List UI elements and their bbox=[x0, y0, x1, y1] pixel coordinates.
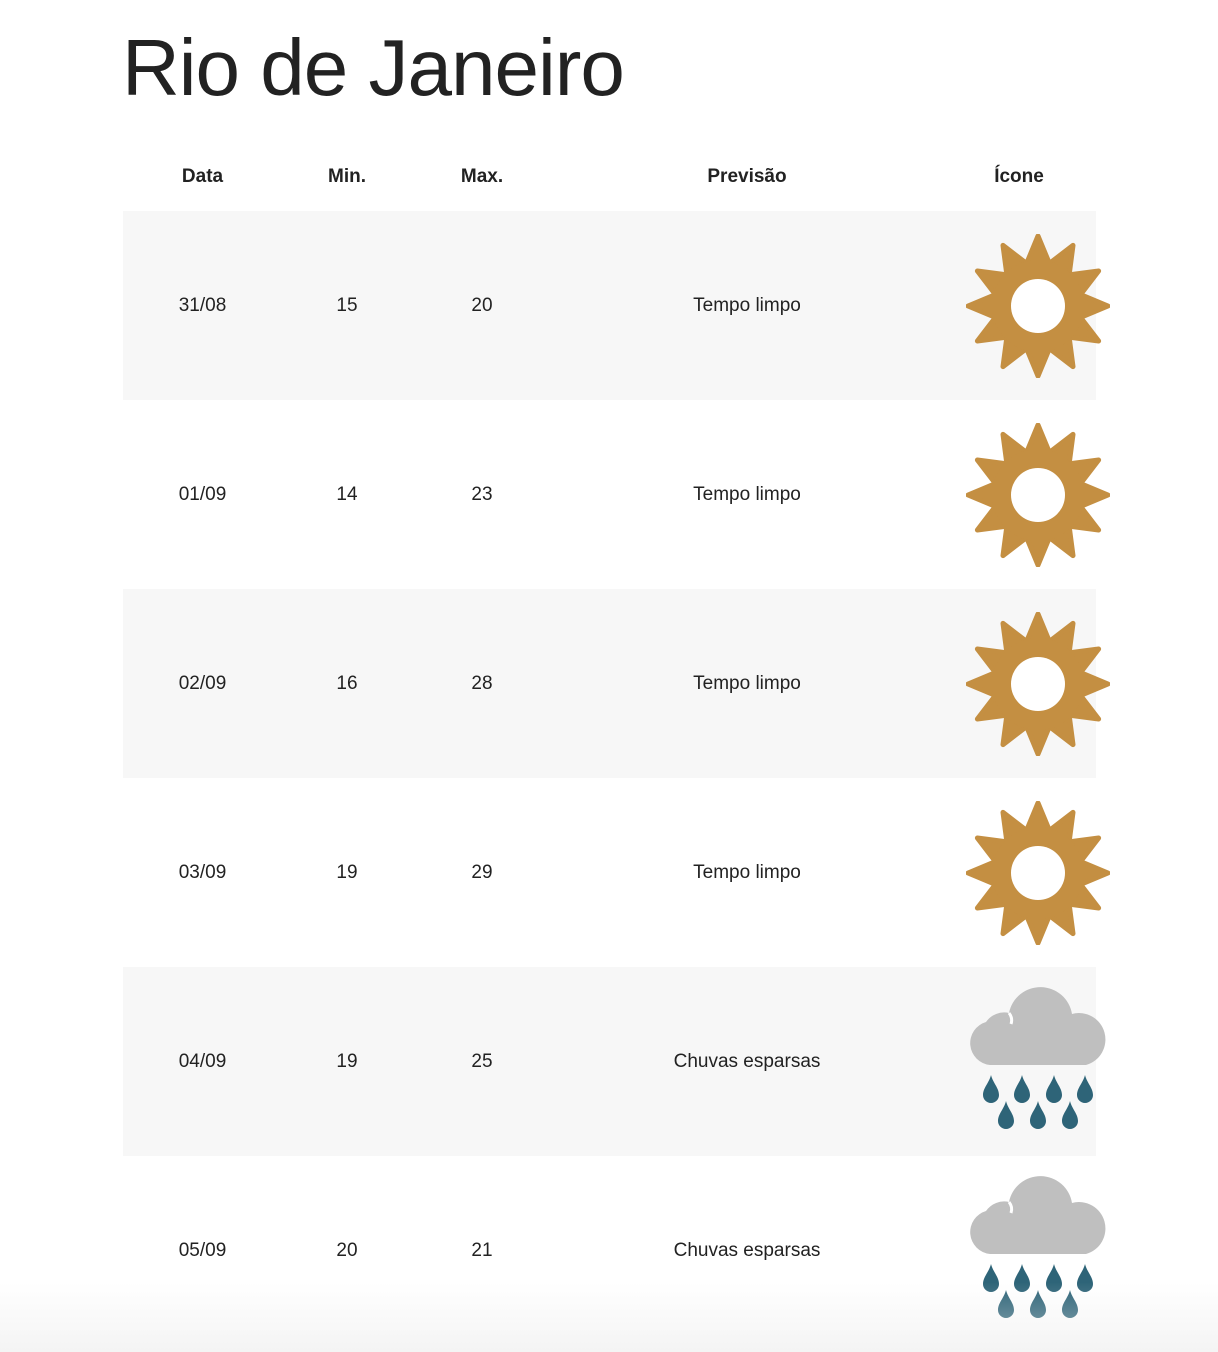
raindrop bbox=[983, 1263, 999, 1292]
row-date: 01/09 bbox=[178, 483, 227, 505]
row-icon-cell bbox=[942, 967, 1106, 1156]
table-row: 02/09 16 28 Tempo limpo bbox=[123, 589, 1110, 778]
row-min: 19 bbox=[282, 967, 412, 1156]
row-max: 29 bbox=[471, 861, 493, 883]
raindrop bbox=[1077, 1074, 1093, 1103]
sun-icon bbox=[966, 800, 1110, 945]
row-min: 20 bbox=[336, 1239, 358, 1261]
header-min: Min. bbox=[328, 165, 366, 187]
row-forecast: Tempo limpo bbox=[552, 589, 942, 778]
table-row: 31/08 15 20 Tempo limpo bbox=[123, 211, 1110, 400]
row-date: 31/08 bbox=[123, 211, 282, 400]
row-icon-cell bbox=[942, 589, 1110, 778]
header-date: Data bbox=[181, 165, 224, 187]
raindrop bbox=[1014, 1074, 1030, 1103]
header-icon: Ícone bbox=[994, 165, 1044, 187]
raindrop bbox=[1030, 1100, 1046, 1129]
row-min: 15 bbox=[282, 211, 412, 400]
raindrop bbox=[983, 1074, 999, 1103]
table-row: 04/09 19 25 Chuvas esparsas bbox=[123, 967, 1106, 1156]
raindrop bbox=[1046, 1074, 1062, 1103]
table-row: 01/09 14 23 Tempo limpo bbox=[123, 400, 1110, 589]
row-date: 02/09 bbox=[123, 589, 282, 778]
sun-icon bbox=[966, 611, 1110, 756]
weather-icon bbox=[942, 611, 1110, 756]
row-icon-cell bbox=[942, 211, 1110, 400]
forecast-table: Data Min. Max. Previsão Ícone 31/08 15 2… bbox=[123, 142, 1110, 1345]
row-max: 20 bbox=[412, 211, 552, 400]
row-date: 05/09 bbox=[178, 1239, 227, 1261]
row-max: 28 bbox=[412, 589, 552, 778]
raindrop bbox=[998, 1100, 1014, 1129]
row-icon-cell bbox=[942, 778, 1110, 967]
raindrop bbox=[1062, 1289, 1078, 1318]
header-max: Max. bbox=[460, 165, 504, 187]
table-header-row: Data Min. Max. Previsão Ícone bbox=[123, 142, 1096, 211]
page-title: Rio de Janeiro bbox=[122, 23, 625, 112]
row-icon-cell bbox=[942, 400, 1110, 589]
sun-icon bbox=[966, 422, 1110, 567]
rain-cloud-icon bbox=[970, 986, 1106, 1129]
raindrop bbox=[1014, 1263, 1030, 1292]
row-forecast: Tempo limpo bbox=[693, 861, 801, 883]
row-forecast: Tempo limpo bbox=[552, 211, 942, 400]
row-forecast: Chuvas esparsas bbox=[673, 1239, 821, 1261]
sun-icon bbox=[966, 233, 1110, 378]
row-max: 23 bbox=[471, 483, 493, 505]
table-row: 03/09 19 29 Tempo limpo bbox=[123, 778, 1110, 967]
raindrop bbox=[1030, 1289, 1046, 1318]
weather-page: Rio de Janeiro Data Min. Max. Previsão Í… bbox=[0, 0, 1218, 1352]
header-forecast: Previsão bbox=[707, 165, 787, 187]
table-row: 05/09 20 21 Chuvas esparsas bbox=[123, 1156, 1106, 1345]
row-date: 04/09 bbox=[123, 967, 282, 1156]
weather-icon bbox=[942, 986, 1106, 1137]
weather-icon bbox=[942, 1175, 1106, 1326]
row-icon-cell bbox=[942, 1156, 1106, 1345]
raindrop bbox=[1062, 1100, 1078, 1129]
row-min: 16 bbox=[282, 589, 412, 778]
row-date: 03/09 bbox=[178, 861, 227, 883]
row-max: 25 bbox=[412, 967, 552, 1156]
weather-icon bbox=[942, 800, 1110, 945]
rain-cloud-icon bbox=[970, 1175, 1106, 1318]
weather-icon bbox=[942, 233, 1110, 378]
row-forecast: Chuvas esparsas bbox=[552, 967, 942, 1156]
weather-icon bbox=[942, 422, 1110, 567]
raindrop bbox=[998, 1289, 1014, 1318]
raindrop bbox=[1046, 1263, 1062, 1292]
row-min: 19 bbox=[336, 861, 358, 883]
row-forecast: Tempo limpo bbox=[693, 483, 801, 505]
row-min: 14 bbox=[336, 483, 358, 505]
row-max: 21 bbox=[471, 1239, 493, 1261]
raindrop bbox=[1077, 1263, 1093, 1292]
